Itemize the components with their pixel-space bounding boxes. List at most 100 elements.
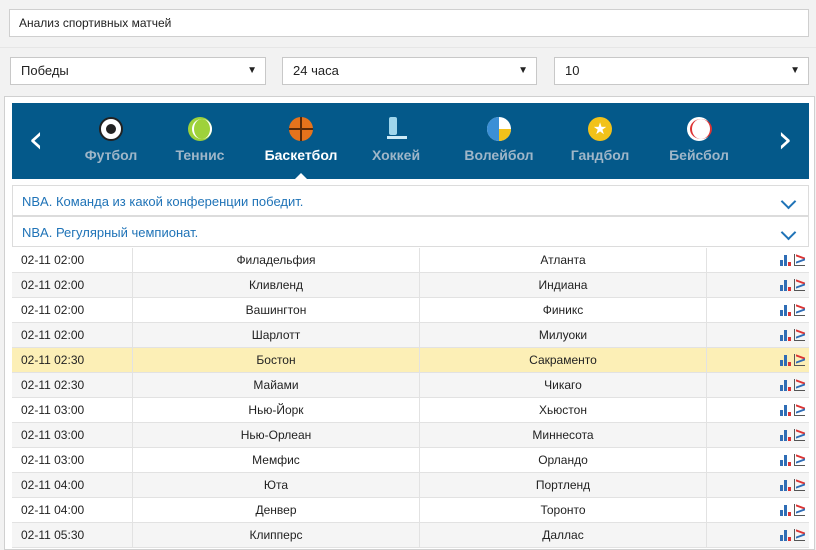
bar-chart-icon[interactable]: [780, 279, 791, 291]
chevron-down-icon[interactable]: [780, 224, 797, 241]
dropdown-arrow-icon: ▼: [790, 65, 800, 76]
sport-tab-baseball[interactable]: Бейсбол: [660, 103, 738, 179]
home-team: Денвер: [132, 498, 419, 522]
home-team: Филадельфия: [132, 248, 419, 272]
match-time: 02-11 02:00: [21, 278, 85, 292]
table-row[interactable]: 02-11 02:00 Шарлотт Милуоки: [12, 323, 809, 348]
sport-tab-tennis[interactable]: Теннис: [168, 103, 232, 179]
match-time: 02-11 04:00: [21, 503, 85, 517]
home-team: Нью-Йорк: [132, 398, 419, 422]
active-tab-indicator: [295, 173, 307, 179]
sport-tab-label: Гандбол: [570, 147, 630, 163]
line-chart-icon[interactable]: [794, 329, 805, 341]
bar-chart-icon[interactable]: [780, 429, 791, 441]
count-select[interactable]: 10 ▼: [554, 57, 809, 85]
table-row[interactable]: 02-11 03:00 Мемфис Орландо: [12, 448, 809, 473]
basketball-icon: [289, 117, 313, 141]
away-team: Даллас: [419, 523, 706, 547]
table-row[interactable]: 02-11 04:00 Юта Портленд: [12, 473, 809, 498]
bar-chart-icon[interactable]: [780, 254, 791, 266]
sport-tab-volleyball[interactable]: Волейбол: [455, 103, 543, 179]
sport-tab-football[interactable]: Футбол: [79, 103, 143, 179]
sport-tab-label: Волейбол: [464, 147, 534, 163]
league-title: NBA. Регулярный чемпионат.: [22, 225, 199, 240]
count-select-value: 10: [565, 63, 580, 78]
sport-nav: ‹ Футбол Теннис Баскетбол Хоккей Волейбо…: [12, 103, 809, 179]
table-row[interactable]: 02-11 02:00 Кливленд Индиана: [12, 273, 809, 298]
away-team: Атланта: [419, 248, 706, 272]
football-icon: [99, 117, 123, 141]
bar-chart-icon[interactable]: [780, 479, 791, 491]
away-team: Орландо: [419, 448, 706, 472]
bar-chart-icon[interactable]: [780, 304, 791, 316]
tennis-ball-icon: [188, 117, 212, 141]
dropdown-arrow-icon: ▼: [247, 65, 257, 76]
league-row[interactable]: NBA. Регулярный чемпионат.: [12, 216, 809, 247]
line-chart-icon[interactable]: [794, 529, 805, 541]
sport-tab-basketball[interactable]: Баскетбол: [256, 103, 346, 179]
line-chart-icon[interactable]: [794, 254, 805, 266]
nav-next-button[interactable]: ›: [770, 120, 800, 161]
bar-chart-icon[interactable]: [780, 329, 791, 341]
away-team: Индиана: [419, 273, 706, 297]
line-chart-icon[interactable]: [794, 429, 805, 441]
home-team: Мемфис: [132, 448, 419, 472]
away-team: Финикс: [419, 298, 706, 322]
table-row-highlighted[interactable]: 02-11 02:30 Бостон Сакраменто: [12, 348, 809, 373]
line-chart-icon[interactable]: [794, 379, 805, 391]
match-time: 02-11 03:00: [21, 428, 85, 442]
sport-tab-label: Теннис: [175, 147, 225, 163]
bar-chart-icon[interactable]: [780, 529, 791, 541]
sport-tab-hockey[interactable]: Хоккей: [364, 103, 428, 179]
stats-cell: [706, 523, 809, 547]
away-team: Миннесота: [419, 423, 706, 447]
result-select[interactable]: Победы ▼: [10, 57, 266, 85]
line-chart-icon[interactable]: [794, 479, 805, 491]
line-chart-icon[interactable]: [794, 354, 805, 366]
table-row[interactable]: 02-11 03:00 Нью-Йорк Хьюстон: [12, 398, 809, 423]
home-team: Юта: [132, 473, 419, 497]
bar-chart-icon[interactable]: [780, 379, 791, 391]
line-chart-icon[interactable]: [794, 404, 805, 416]
line-chart-icon[interactable]: [794, 504, 805, 516]
table-row[interactable]: 02-11 03:00 Нью-Орлеан Миннесота: [12, 423, 809, 448]
sport-tab-label: Бейсбол: [669, 147, 729, 163]
period-select[interactable]: 24 часа ▼: [282, 57, 537, 85]
home-team: Бостон: [132, 348, 419, 372]
main-panel: ‹ Футбол Теннис Баскетбол Хоккей Волейбо…: [4, 96, 815, 550]
table-row[interactable]: 02-11 02:30 Майами Чикаго: [12, 373, 809, 398]
bar-chart-icon[interactable]: [780, 354, 791, 366]
match-time: 02-11 03:00: [21, 403, 85, 417]
away-team: Хьюстон: [419, 398, 706, 422]
chevron-down-icon[interactable]: [780, 193, 797, 210]
line-chart-icon[interactable]: [794, 279, 805, 291]
sport-tab-handball[interactable]: Гандбол: [564, 103, 636, 179]
table-row[interactable]: 02-11 05:30 Клипперс Даллас: [12, 523, 809, 548]
line-chart-icon[interactable]: [794, 454, 805, 466]
header-panel: [0, 0, 816, 44]
home-team: Кливленд: [132, 273, 419, 297]
stats-cell: [706, 273, 809, 297]
league-row[interactable]: NBA. Команда из какой конференции победи…: [12, 185, 809, 216]
stats-cell: [706, 248, 809, 272]
match-time: 02-11 05:30: [21, 528, 85, 542]
home-team: Нью-Орлеан: [132, 423, 419, 447]
table-row[interactable]: 02-11 02:00 Филадельфия Атланта: [12, 248, 809, 273]
away-team: Портленд: [419, 473, 706, 497]
bar-chart-icon[interactable]: [780, 404, 791, 416]
bar-chart-icon[interactable]: [780, 504, 791, 516]
line-chart-icon[interactable]: [794, 304, 805, 316]
away-team: Торонто: [419, 498, 706, 522]
stats-cell: [706, 373, 809, 397]
stats-cell: [706, 473, 809, 497]
nav-prev-button[interactable]: ‹: [21, 120, 51, 161]
home-team: Майами: [132, 373, 419, 397]
away-team: Сакраменто: [419, 348, 706, 372]
filter-bar: Победы ▼ 24 часа ▼ 10 ▼: [0, 47, 816, 93]
title-input[interactable]: [9, 9, 809, 37]
match-time: 02-11 03:00: [21, 453, 85, 467]
table-row[interactable]: 02-11 04:00 Денвер Торонто: [12, 498, 809, 523]
bar-chart-icon[interactable]: [780, 454, 791, 466]
table-row[interactable]: 02-11 02:00 Вашингтон Финикс: [12, 298, 809, 323]
stats-cell: [706, 348, 809, 372]
